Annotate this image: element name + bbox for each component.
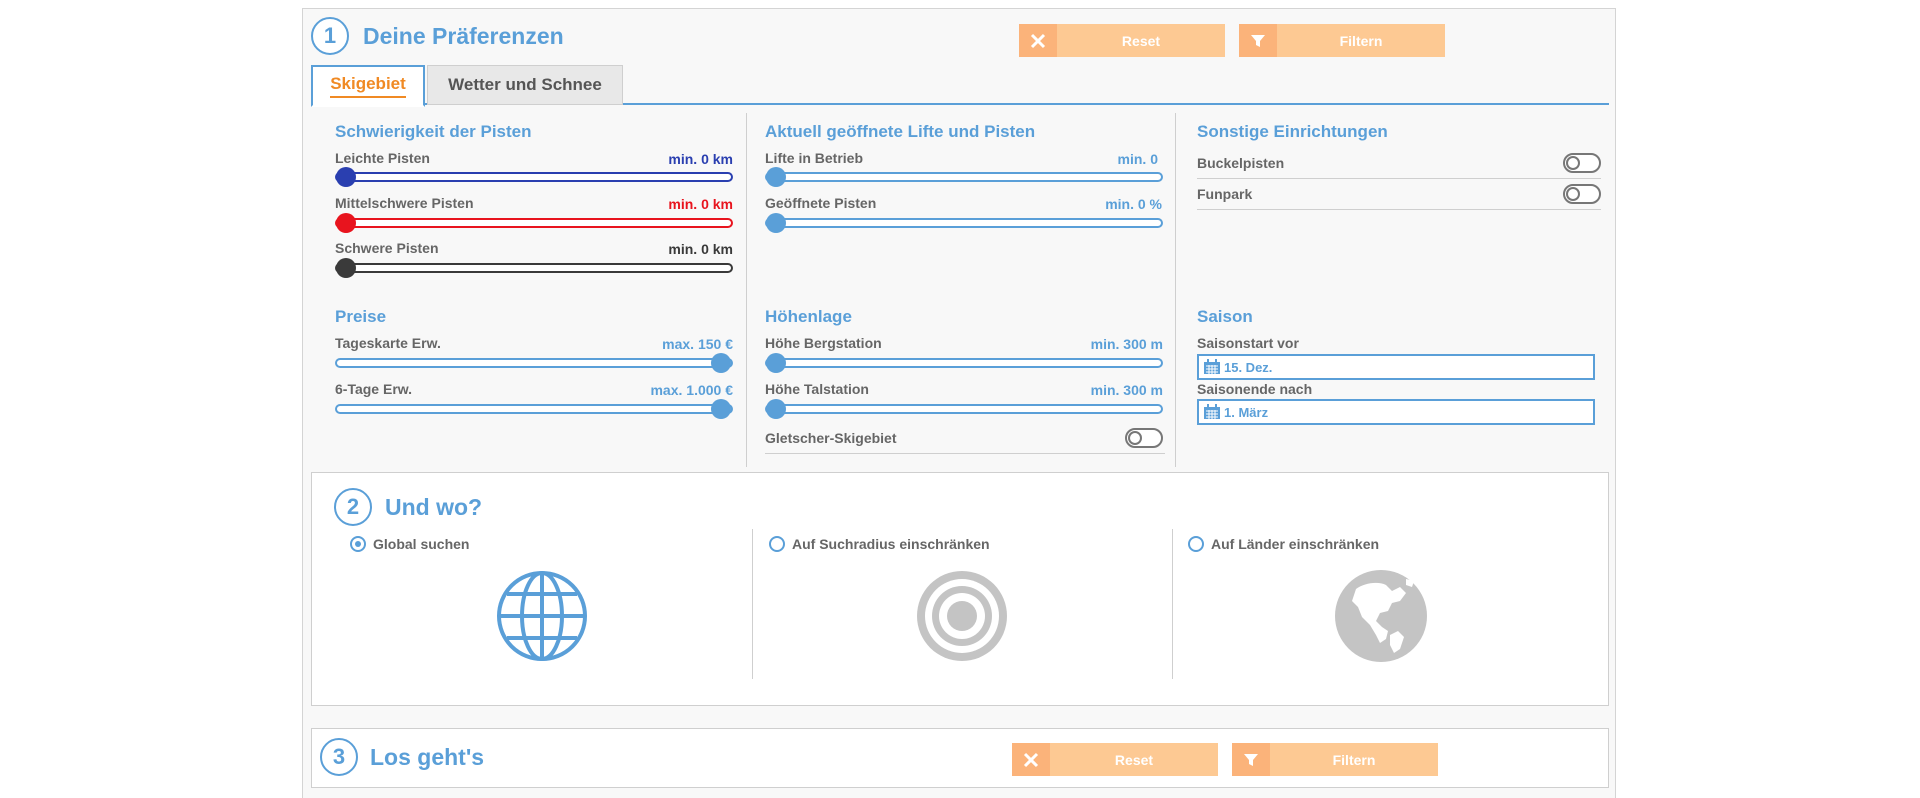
radio-button[interactable] [1188,536,1204,552]
toggle-funpark[interactable] [1563,184,1601,204]
filter-button-label: Filtern [1339,32,1383,49]
section-go: 3 Los geht's Reset Filtern [311,728,1609,788]
slider-value-open-runs: min. 0 % [1105,196,1162,212]
slider-value-top-station: min. 300 m [1090,336,1163,352]
toggle-label-glacier: Gletscher-Skigebiet [765,430,897,446]
globe-grid-icon[interactable] [495,569,589,663]
slider-handle-hard[interactable] [336,258,356,278]
funnel-icon [1232,743,1270,776]
calendar-icon [1204,359,1220,374]
section-location: 2 Und wo? Global suchen Auf Suchradius e… [311,472,1609,706]
slider-handle-valley-station[interactable] [766,399,786,419]
column-divider [1175,113,1176,467]
slider-label-six-day-pass: 6-Tage Erw. [335,381,413,397]
season-start-value: 15. Dez. [1224,359,1273,375]
slider-label-day-pass: Tageskarte Erw. [335,335,441,351]
filter-button-label: Filtern [1332,751,1376,768]
step-number-1: 1 [311,17,349,55]
filter-button-bottom[interactable]: Filtern [1232,743,1438,776]
slider-value-day-pass: max. 150 € [662,336,733,352]
toggle-glacier[interactable] [1125,428,1163,448]
group-title-season: Saison [1197,307,1253,326]
funnel-icon [1239,24,1277,57]
season-start-label: Saisonstart vor [1197,335,1299,351]
slider-label-top-station: Höhe Bergstation [765,335,882,351]
step-number-3: 3 [320,738,358,776]
group-title-other: Sonstige Einrichtungen [1197,122,1388,141]
target-icon[interactable] [915,569,1009,663]
step-number-2: 2 [334,488,372,526]
slider-value-easy: min. 0 km [668,151,733,167]
earth-americas-icon[interactable] [1334,569,1428,663]
section-title-location: Und wo? [385,494,483,520]
slider-value-lifts: min. 0 [1117,151,1158,167]
slider-handle-medium[interactable] [336,213,356,233]
radio-button[interactable] [769,536,785,552]
radio-button[interactable] [350,536,366,552]
slider-track-lifts[interactable] [765,172,1163,182]
close-icon [1012,743,1050,776]
column-divider [1172,529,1173,679]
section-preferences: 1 Deine Präferenzen Reset Filtern Skigeb… [303,9,1615,469]
tab-wetter-und-schnee[interactable]: Wetter und Schnee [427,65,623,105]
season-end-label: Saisonende nach [1197,381,1313,397]
slider-track-six-day-pass[interactable] [335,404,733,414]
filter-button[interactable]: Filtern [1239,24,1445,57]
reset-button-label: Reset [1114,751,1154,768]
reset-button-bottom[interactable]: Reset [1012,743,1218,776]
slider-label-valley-station: Höhe Talstation [765,381,869,397]
reset-button-label: Reset [1121,32,1161,49]
slider-handle-top-station[interactable] [766,353,786,373]
slider-label-open-runs: Geöffnete Pisten [765,195,877,211]
group-title-prices: Preise [335,307,387,326]
radio-search-radius[interactable]: Auf Suchradius einschränken [769,536,990,552]
season-start-input[interactable]: 15. Dez. [1197,354,1595,380]
slider-track-day-pass[interactable] [335,358,733,368]
reset-button[interactable]: Reset [1019,24,1225,57]
close-icon [1019,24,1057,57]
calendar-icon [1204,404,1220,419]
radio-global-search[interactable]: Global suchen [350,536,469,552]
slider-handle-open-runs[interactable] [766,213,786,233]
divider [765,453,1165,454]
slider-value-valley-station: min. 300 m [1090,382,1163,398]
slider-handle-day-pass[interactable] [711,353,731,373]
column-divider [746,113,747,467]
tab-skigebiet[interactable]: Skigebiet [311,65,425,107]
slider-track-top-station[interactable] [765,358,1163,368]
slider-handle-easy[interactable] [336,167,356,187]
season-end-value: 1. März [1224,404,1269,420]
preference-tabs: Skigebiet Wetter und Schnee [311,65,1609,107]
slider-track-open-runs[interactable] [765,218,1163,228]
slider-handle-lifts[interactable] [766,167,786,187]
slider-track-valley-station[interactable] [765,404,1163,414]
toggle-label-funpark: Funpark [1197,186,1253,202]
slider-label-hard: Schwere Pisten [335,240,439,256]
group-title-open: Aktuell geöffnete Lifte und Pisten [765,122,1036,141]
slider-value-medium: min. 0 km [668,196,733,212]
radio-countries[interactable]: Auf Länder einschränken [1188,536,1379,552]
slider-value-hard: min. 0 km [668,241,733,257]
filter-panel: 1 Deine Präferenzen Reset Filtern Skigeb… [302,8,1616,798]
divider [1197,209,1601,210]
group-title-altitude: Höhenlage [765,307,852,326]
slider-track-hard[interactable] [335,263,733,273]
divider [1197,178,1601,179]
slider-label-medium: Mittelschwere Pisten [335,195,474,211]
slider-label-lifts: Lifte in Betrieb [765,150,864,166]
season-end-input[interactable]: 1. März [1197,399,1595,425]
slider-handle-six-day-pass[interactable] [711,399,731,419]
section-title-preferences: Deine Präferenzen [363,23,564,49]
toggle-moguls[interactable] [1563,153,1601,173]
slider-track-easy[interactable] [335,172,733,182]
slider-label-easy: Leichte Pisten [335,150,430,166]
slider-value-six-day-pass: max. 1.000 € [650,382,733,398]
group-title-difficulty: Schwierigkeit der Pisten [335,122,532,141]
toggle-label-moguls: Buckelpisten [1197,155,1285,171]
slider-track-medium[interactable] [335,218,733,228]
section-title-go: Los geht's [370,744,485,770]
column-divider [752,529,753,679]
